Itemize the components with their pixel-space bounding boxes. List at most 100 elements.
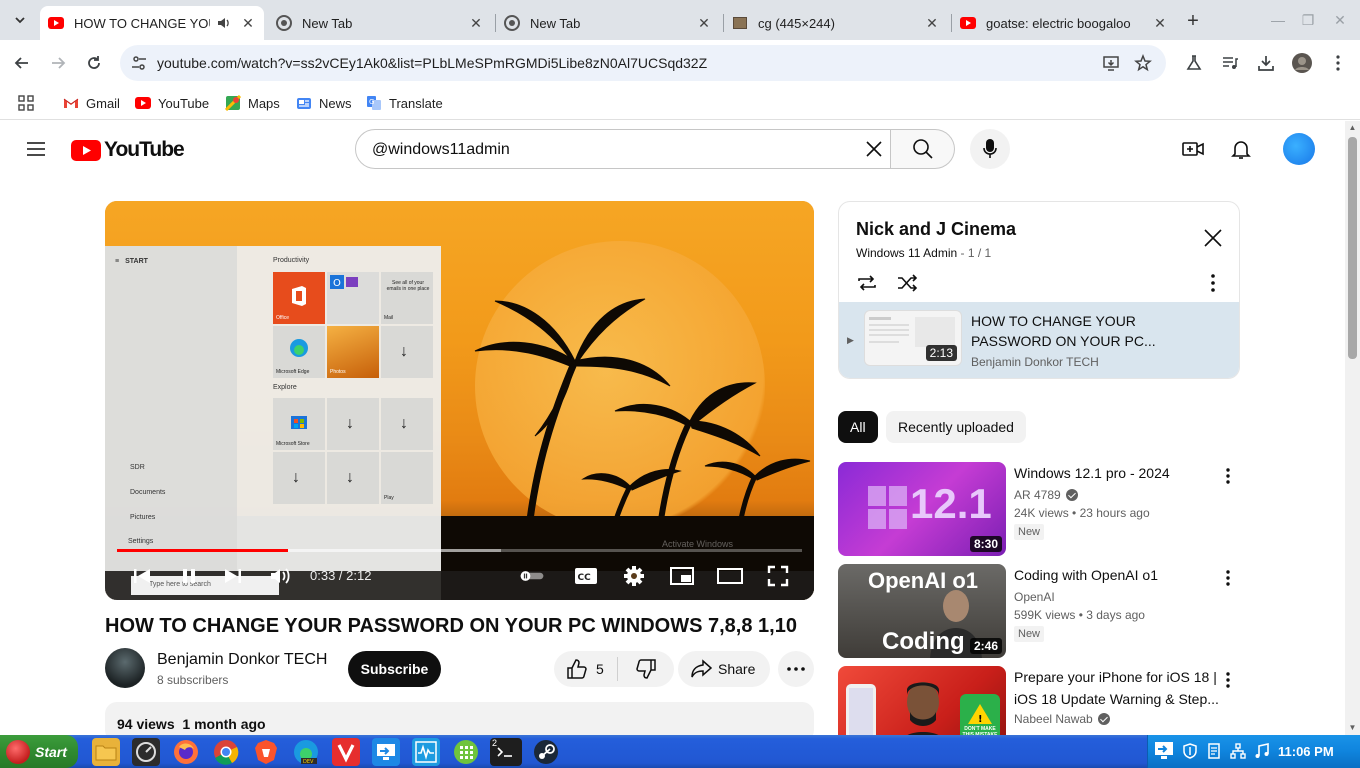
close-icon[interactable]: ✕ xyxy=(696,15,712,31)
brave-icon[interactable] xyxy=(252,738,280,766)
video-progress-bar[interactable] xyxy=(117,549,802,552)
volume-button[interactable] xyxy=(267,563,293,589)
create-video-icon[interactable] xyxy=(1181,137,1205,161)
close-icon[interactable]: ✕ xyxy=(1152,15,1168,31)
more-vert-icon[interactable] xyxy=(1218,568,1238,588)
more-vert-icon[interactable] xyxy=(1327,52,1349,74)
more-vert-icon[interactable] xyxy=(1201,271,1225,295)
next-button[interactable] xyxy=(220,563,246,589)
tab-search-button[interactable] xyxy=(8,8,32,32)
fullscreen-button[interactable] xyxy=(765,563,791,589)
restore-icon[interactable]: ❐ xyxy=(1298,10,1318,30)
close-icon[interactable]: ✕ xyxy=(924,15,940,31)
video-player[interactable]: ≡ START Productivity Office O See all of … xyxy=(105,201,814,600)
address-bar[interactable]: youtube.com/watch?v=ss2vCEy1Ak0&list=PLb… xyxy=(120,45,1166,81)
more-vert-icon[interactable] xyxy=(1218,670,1238,690)
captions-button[interactable]: CC xyxy=(573,563,599,589)
tab-new-tab-2[interactable]: New Tab ✕ xyxy=(496,6,720,40)
notifications-bell-icon[interactable] xyxy=(1229,137,1253,161)
account-avatar[interactable] xyxy=(1283,133,1315,165)
share-button[interactable]: Share xyxy=(678,651,770,687)
tab-image[interactable]: cg (445×244) ✕ xyxy=(724,6,948,40)
dislike-button[interactable] xyxy=(618,651,674,687)
window-close-icon[interactable]: ✕ xyxy=(1330,10,1350,30)
shield-icon[interactable] xyxy=(1182,743,1198,759)
chrome-icon[interactable] xyxy=(212,738,240,766)
vivaldi-icon[interactable] xyxy=(332,738,360,766)
close-icon[interactable]: ✕ xyxy=(468,15,484,31)
loop-icon[interactable] xyxy=(855,271,879,295)
more-vert-icon[interactable] xyxy=(1218,466,1238,486)
calculator-icon[interactable] xyxy=(452,738,480,766)
chip-recently-uploaded[interactable]: Recently uploaded xyxy=(886,411,1026,443)
music-note-icon[interactable] xyxy=(1254,743,1270,759)
voice-search-button[interactable] xyxy=(970,129,1010,169)
subscribe-button[interactable]: Subscribe xyxy=(348,651,441,687)
minimize-icon[interactable]: — xyxy=(1268,10,1288,30)
back-button[interactable] xyxy=(10,51,34,75)
previous-button[interactable] xyxy=(129,563,155,589)
taskbar-clock[interactable]: 11:06 PM xyxy=(1278,744,1334,759)
chip-all[interactable]: All xyxy=(838,411,878,443)
reload-button[interactable] xyxy=(82,51,106,75)
scrollbar-thumb[interactable] xyxy=(1348,137,1357,359)
bookmark-maps[interactable]: Maps xyxy=(225,93,280,113)
speaker-icon[interactable] xyxy=(216,15,232,31)
clear-search-icon[interactable] xyxy=(862,137,886,161)
profile-avatar[interactable] xyxy=(1291,52,1313,74)
firefox-icon[interactable] xyxy=(172,738,200,766)
scroll-up-arrow-icon[interactable]: ▲ xyxy=(1348,124,1357,132)
bookmark-youtube[interactable]: YouTube xyxy=(135,93,209,113)
bookmark-translate[interactable]: G Translate xyxy=(366,93,443,113)
menu-hamburger-icon[interactable] xyxy=(24,137,48,161)
bookmark-star-icon[interactable] xyxy=(1134,54,1152,72)
shuffle-icon[interactable] xyxy=(895,271,919,295)
system-monitor-icon[interactable] xyxy=(132,738,160,766)
scroll-down-arrow-icon[interactable]: ▼ xyxy=(1348,724,1357,732)
playlist-owner[interactable]: Windows 11 Admin xyxy=(856,246,957,260)
edge-dev-icon[interactable]: DEV xyxy=(292,738,320,766)
like-button[interactable]: 5 xyxy=(554,651,617,687)
steam-icon[interactable] xyxy=(532,738,560,766)
settings-button[interactable] xyxy=(621,563,647,589)
recommendation-item[interactable]: ! DON'T MAKE THIS MISTAKE Prepare your i… xyxy=(838,666,1238,735)
tab-youtube-video[interactable]: HOW TO CHANGE YOU ✕ xyxy=(40,6,264,40)
recommendation-item[interactable]: OpenAI o1 Coding 2:46 Coding with OpenAI… xyxy=(838,564,1238,658)
channel-avatar[interactable] xyxy=(105,648,145,688)
tab-youtube-2[interactable]: goatse: electric boogaloo ✕ xyxy=(952,6,1176,40)
apps-grid-icon[interactable] xyxy=(18,93,34,113)
install-app-icon[interactable] xyxy=(1102,54,1120,72)
recommendation-item[interactable]: 12.1 8:30 Windows 12.1 pro - 2024 AR 478… xyxy=(838,462,1238,556)
channel-name[interactable]: Benjamin Donkor TECH xyxy=(157,651,327,669)
remote-desktop-tray-icon[interactable] xyxy=(1154,740,1176,762)
labs-flask-icon[interactable] xyxy=(1183,52,1205,74)
media-controls-icon[interactable] xyxy=(1219,52,1241,74)
new-tab-button[interactable]: + xyxy=(1182,10,1204,32)
search-button[interactable] xyxy=(891,129,955,169)
start-button[interactable]: Start xyxy=(0,735,78,768)
tab-new-tab-1[interactable]: New Tab ✕ xyxy=(268,6,492,40)
bookmark-gmail[interactable]: Gmail xyxy=(63,93,120,113)
search-input[interactable]: @windows11admin xyxy=(355,129,891,169)
theater-mode-button[interactable] xyxy=(717,563,743,589)
youtube-logo[interactable]: YouTube xyxy=(71,138,185,162)
playlist-item[interactable]: ▶ 2:13 HOW TO CHANGE YOUR PASSWORD ON YO… xyxy=(839,302,1239,378)
close-playlist-icon[interactable] xyxy=(1201,226,1225,250)
file-manager-icon[interactable] xyxy=(92,738,120,766)
forward-button[interactable] xyxy=(46,51,70,75)
more-actions-button[interactable] xyxy=(778,651,814,687)
miniplayer-button[interactable] xyxy=(669,563,695,589)
network-icon[interactable] xyxy=(1230,743,1246,759)
waveform-app-icon[interactable] xyxy=(412,738,440,766)
remote-desktop-icon[interactable] xyxy=(372,738,400,766)
autoplay-toggle[interactable] xyxy=(519,563,545,589)
page-scrollbar[interactable]: ▲ ▼ xyxy=(1345,121,1360,735)
bookmark-news[interactable]: News xyxy=(296,93,352,113)
close-icon[interactable]: ✕ xyxy=(240,15,256,31)
playlist-title[interactable]: Nick and J Cinema xyxy=(856,219,1016,240)
pause-button[interactable] xyxy=(176,563,202,589)
download-icon[interactable] xyxy=(1255,52,1277,74)
notes-icon[interactable] xyxy=(1206,743,1222,759)
start-item-documents: Documents xyxy=(130,489,166,496)
terminal-icon[interactable]: 2 xyxy=(490,738,522,766)
